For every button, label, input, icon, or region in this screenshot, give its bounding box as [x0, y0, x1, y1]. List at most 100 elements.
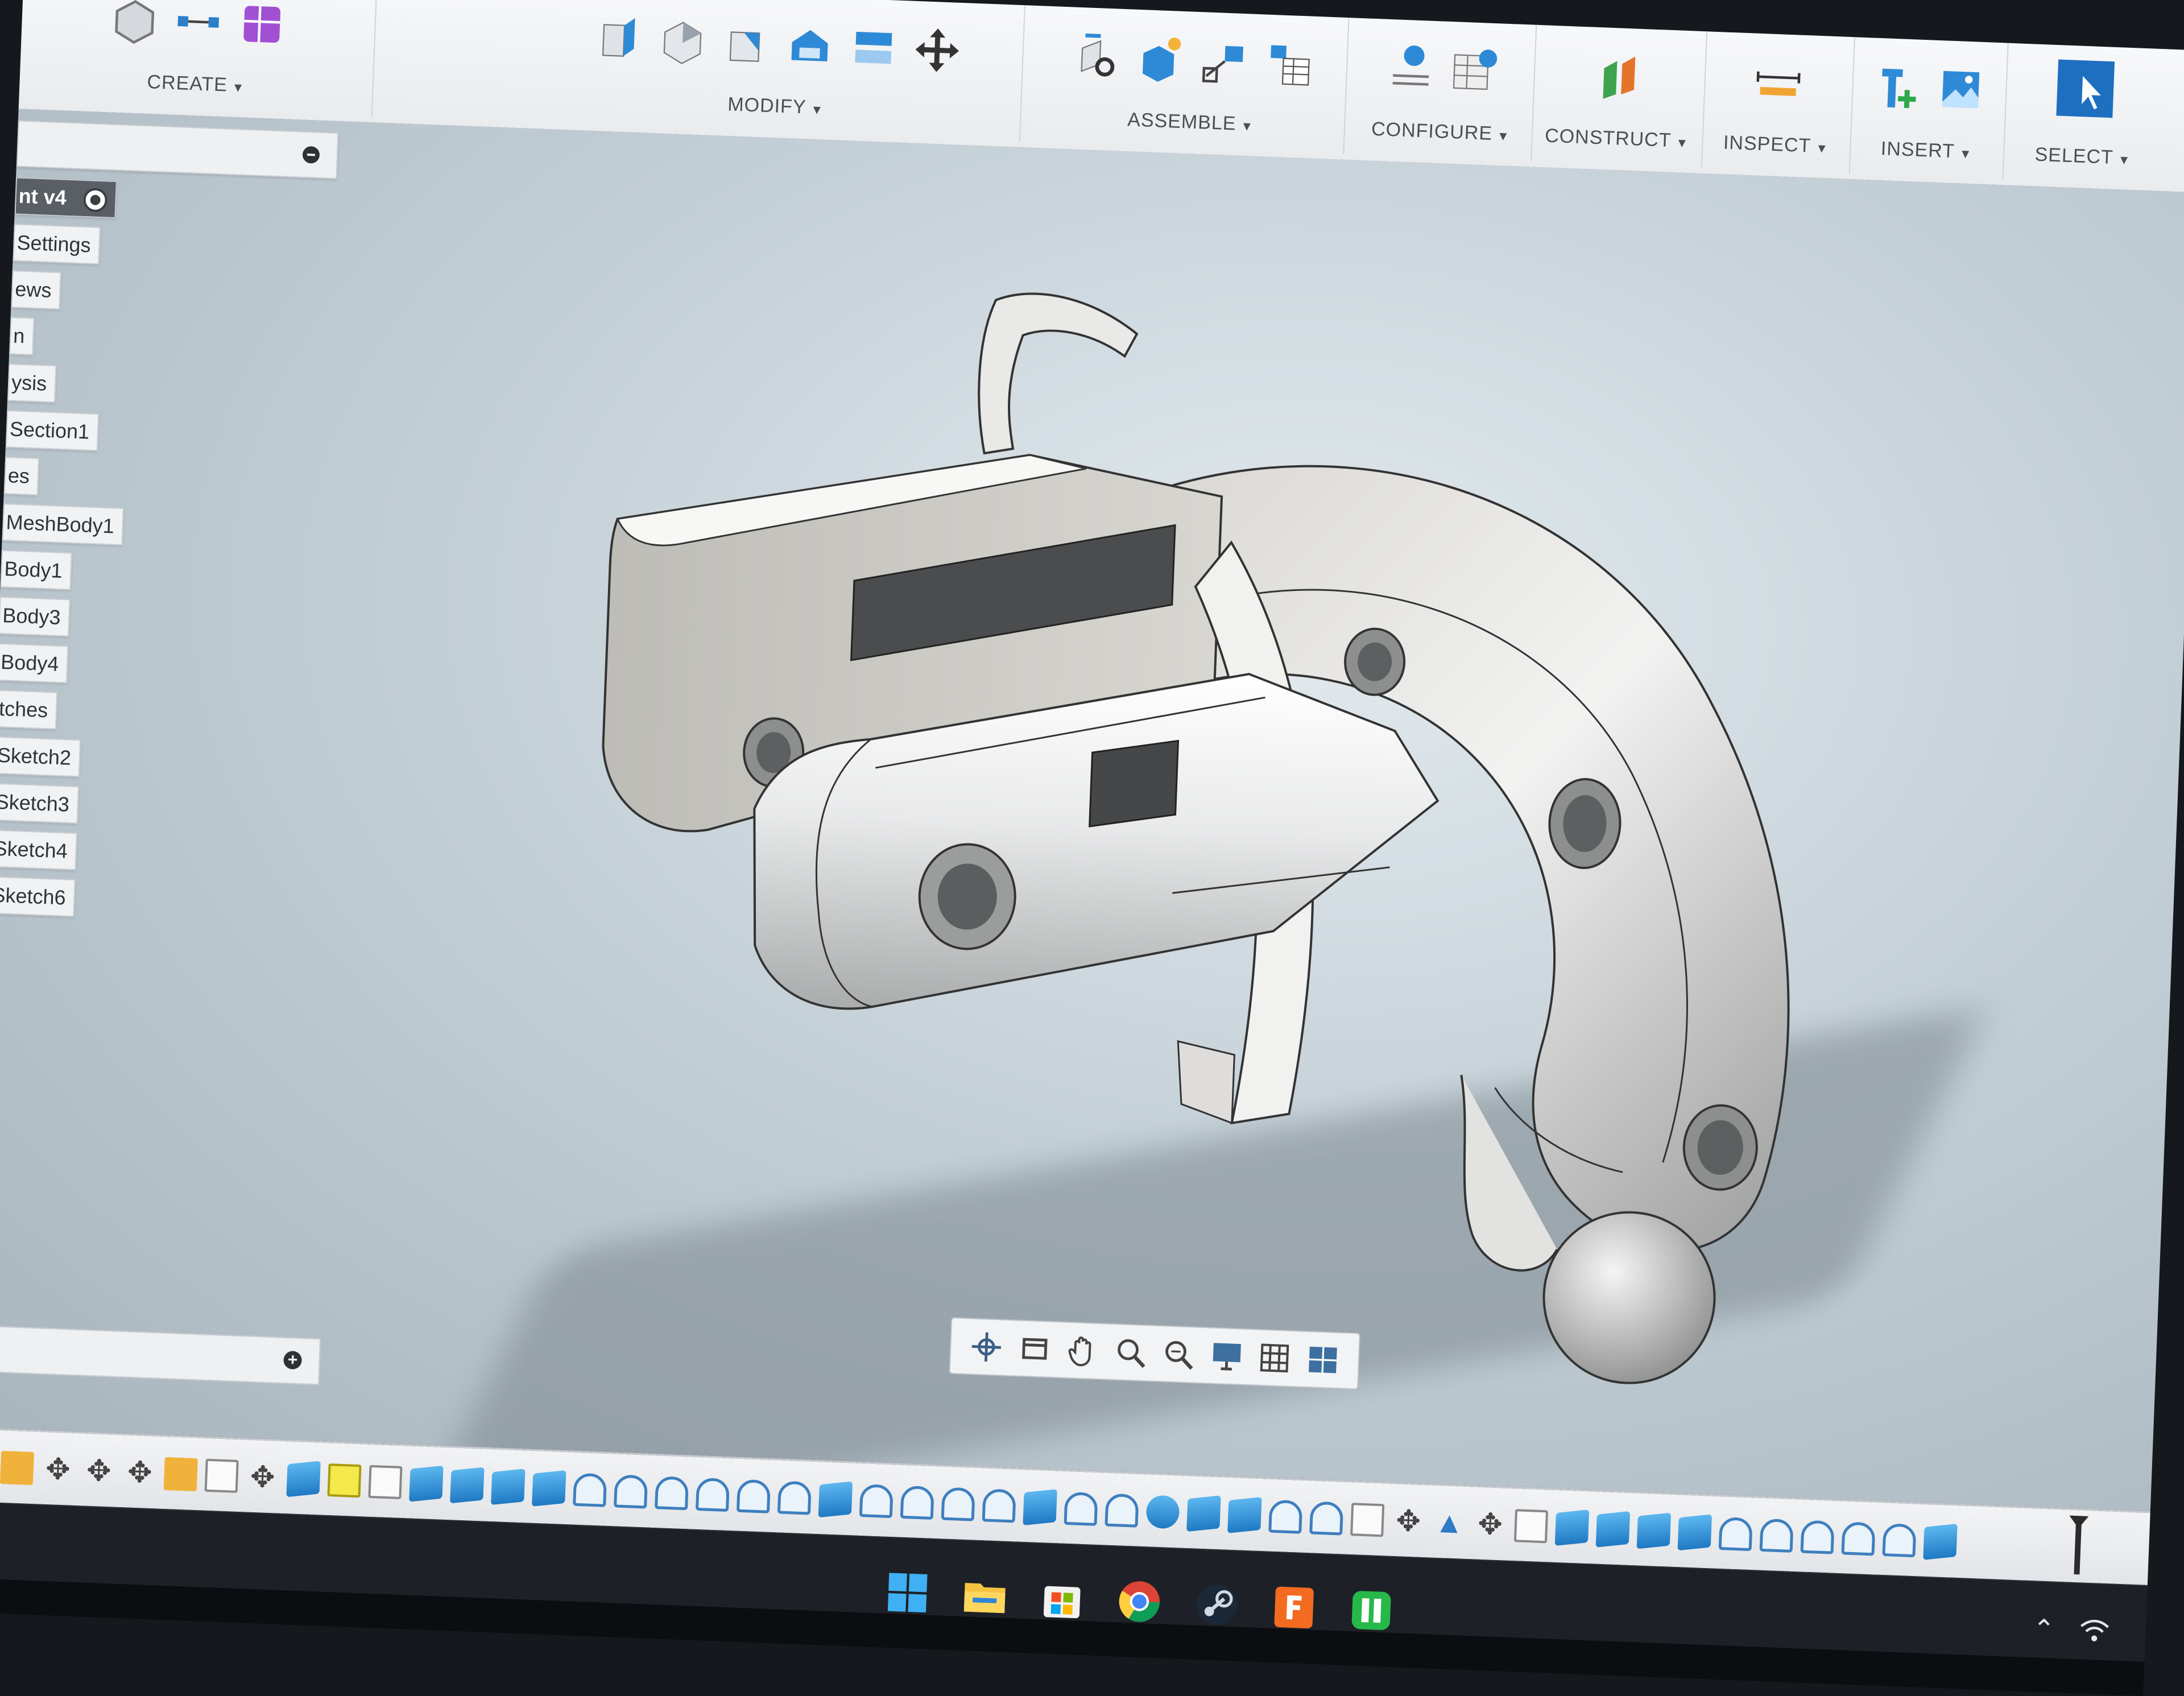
construct-group[interactable]: CONSTRUCT ▼: [1531, 24, 1708, 168]
sketch-line-icon[interactable]: [172, 0, 225, 48]
fillet-icon[interactable]: [656, 14, 709, 67]
move-icon[interactable]: [911, 24, 963, 77]
as-built-joint-icon[interactable]: [1198, 35, 1251, 88]
timeline-fillet-icon[interactable]: [900, 1485, 934, 1520]
timeline-fillet-icon[interactable]: [859, 1484, 894, 1519]
browser-item-sketch4[interactable]: Sketch4: [0, 829, 77, 871]
add-comment-icon[interactable]: +: [283, 1350, 303, 1370]
timeline-sketch-icon[interactable]: [368, 1465, 403, 1500]
press-pull-icon[interactable]: [593, 11, 646, 64]
timeline-extrude-icon[interactable]: [1227, 1497, 1262, 1533]
timeline-fillet-icon[interactable]: [1718, 1517, 1753, 1552]
active-radio-icon[interactable]: [82, 188, 108, 213]
form-icon[interactable]: [235, 0, 288, 51]
timeline-extrude-icon[interactable]: [818, 1481, 853, 1518]
look-at-icon[interactable]: [1016, 1330, 1053, 1367]
collapse-icon[interactable]: [302, 146, 320, 164]
select-icon[interactable]: [2053, 56, 2118, 121]
scale-icon[interactable]: [847, 21, 900, 74]
timeline-fillet-icon[interactable]: [1268, 1499, 1303, 1534]
timeline-move-icon[interactable]: ✥: [41, 1453, 75, 1487]
browser-item-settings[interactable]: Settings: [13, 224, 101, 265]
chamfer-icon[interactable]: [719, 16, 772, 69]
browser-item-analysis[interactable]: ysis: [7, 363, 57, 403]
box-icon[interactable]: [108, 0, 161, 46]
timeline-sketch-icon[interactable]: [1513, 1509, 1549, 1544]
timeline-sketch-icon[interactable]: [204, 1458, 239, 1493]
insert-group[interactable]: INSERT ▼: [1848, 37, 2009, 180]
3d-model[interactable]: [482, 197, 1949, 1445]
browser-item-sketch2[interactable]: Sketch2: [0, 736, 81, 777]
timeline-extrude-icon[interactable]: [1023, 1489, 1057, 1526]
construct-menu-label[interactable]: CONSTRUCT ▼: [1531, 125, 1702, 153]
show-hidden-icons-icon[interactable]: ⌃: [2032, 1613, 2055, 1644]
timeline-component-icon[interactable]: [163, 1457, 198, 1492]
shell-icon[interactable]: [783, 19, 836, 72]
configuration-table-icon[interactable]: [1448, 44, 1501, 97]
timeline-fillet-icon[interactable]: [1882, 1523, 1917, 1558]
timeline-extrude-icon[interactable]: [1186, 1495, 1221, 1532]
motion-table-icon[interactable]: [1262, 37, 1315, 90]
browser-item-sketch6[interactable]: Sketch6: [0, 876, 76, 917]
timeline-fillet-icon[interactable]: [1841, 1521, 1876, 1556]
inspect-menu-label[interactable]: INSPECT ▼: [1702, 131, 1850, 159]
steam-icon[interactable]: [1192, 1580, 1242, 1629]
zoom-icon[interactable]: [1112, 1334, 1149, 1371]
timeline-fillet-icon[interactable]: [1064, 1491, 1098, 1527]
timeline-extrude-icon[interactable]: [1677, 1514, 1713, 1551]
file-explorer-icon[interactable]: [960, 1571, 1010, 1620]
create-menu-label[interactable]: CREATE ▼: [19, 66, 373, 102]
timeline-fillet-icon[interactable]: [777, 1480, 812, 1515]
timeline-sphere-icon[interactable]: [1145, 1495, 1180, 1529]
timeline-fillet-icon[interactable]: [736, 1479, 771, 1513]
timeline-extrude-icon[interactable]: [286, 1461, 321, 1498]
chrome-icon[interactable]: [1115, 1577, 1164, 1626]
browser-item-views[interactable]: ews: [11, 270, 61, 310]
timeline-extrude-icon[interactable]: [409, 1465, 444, 1502]
browser-header[interactable]: [16, 120, 339, 179]
configure-icon[interactable]: [1385, 42, 1438, 95]
timeline-extrude-icon[interactable]: [1554, 1509, 1590, 1546]
browser-panel[interactable]: nt v4 Settings ews n ysis Section1 es Me…: [0, 120, 357, 1031]
timeline-fillet-icon[interactable]: [1309, 1501, 1344, 1536]
timeline-move-icon[interactable]: ✥: [82, 1454, 116, 1488]
modify-menu-label[interactable]: MODIFY ▼: [531, 86, 1020, 127]
assemble-group[interactable]: ASSEMBLE ▼: [1036, 6, 1350, 154]
modify-group[interactable]: MODIFY ▼: [530, 0, 1025, 142]
browser-item-body1[interactable]: Body1: [0, 549, 72, 590]
timeline-extrude-icon[interactable]: [491, 1469, 526, 1505]
browser-item-bodies[interactable]: es: [3, 456, 40, 496]
select-group[interactable]: SELECT ▼: [2002, 43, 2166, 186]
wifi-icon[interactable]: [2077, 1616, 2112, 1645]
assemble-menu-label[interactable]: ASSEMBLE ▼: [1037, 105, 1345, 139]
insert-derive-icon[interactable]: [1871, 60, 1924, 113]
browser-item-section1[interactable]: Section1: [5, 410, 100, 452]
timeline-extrude-icon[interactable]: [532, 1470, 566, 1507]
comments-panel[interactable]: +: [0, 1325, 321, 1385]
joint-icon[interactable]: [1071, 30, 1124, 82]
browser-item-body3[interactable]: Body3: [0, 596, 71, 637]
timeline-fillet-icon[interactable]: [1759, 1518, 1794, 1553]
timeline-extrude-icon[interactable]: [1636, 1512, 1672, 1549]
timeline-fillet-icon[interactable]: [695, 1477, 730, 1512]
timeline-pattern-icon[interactable]: [1350, 1503, 1385, 1537]
timeline-move-icon[interactable]: ✥: [1473, 1507, 1507, 1542]
timeline-joint-icon[interactable]: [0, 1450, 35, 1486]
insert-menu-label[interactable]: INSERT ▼: [1850, 136, 2004, 164]
green-app-icon[interactable]: [1346, 1586, 1396, 1635]
browser-item-origin[interactable]: n: [9, 317, 35, 355]
grid-icon[interactable]: [1256, 1339, 1293, 1377]
timeline-move-icon[interactable]: ✥: [1391, 1504, 1425, 1538]
timeline-fillet-icon[interactable]: [614, 1474, 648, 1509]
orbit-icon[interactable]: [967, 1328, 1005, 1366]
offset-plane-icon[interactable]: [1592, 50, 1645, 103]
timeline-extrude-icon[interactable]: [1595, 1511, 1631, 1548]
timeline-move-icon[interactable]: ✥: [246, 1461, 280, 1495]
3d-viewport[interactable]: nt v4 Settings ews n ysis Section1 es Me…: [0, 109, 2184, 1512]
timeline-fillet-icon[interactable]: [655, 1476, 689, 1511]
timeline-construct-icon[interactable]: ▲: [1432, 1506, 1466, 1540]
timeline-extrude-icon[interactable]: [450, 1467, 485, 1504]
measure-icon[interactable]: [1752, 56, 1805, 109]
browser-item-sketch3[interactable]: Sketch3: [0, 783, 80, 824]
pan-icon[interactable]: [1064, 1332, 1101, 1370]
